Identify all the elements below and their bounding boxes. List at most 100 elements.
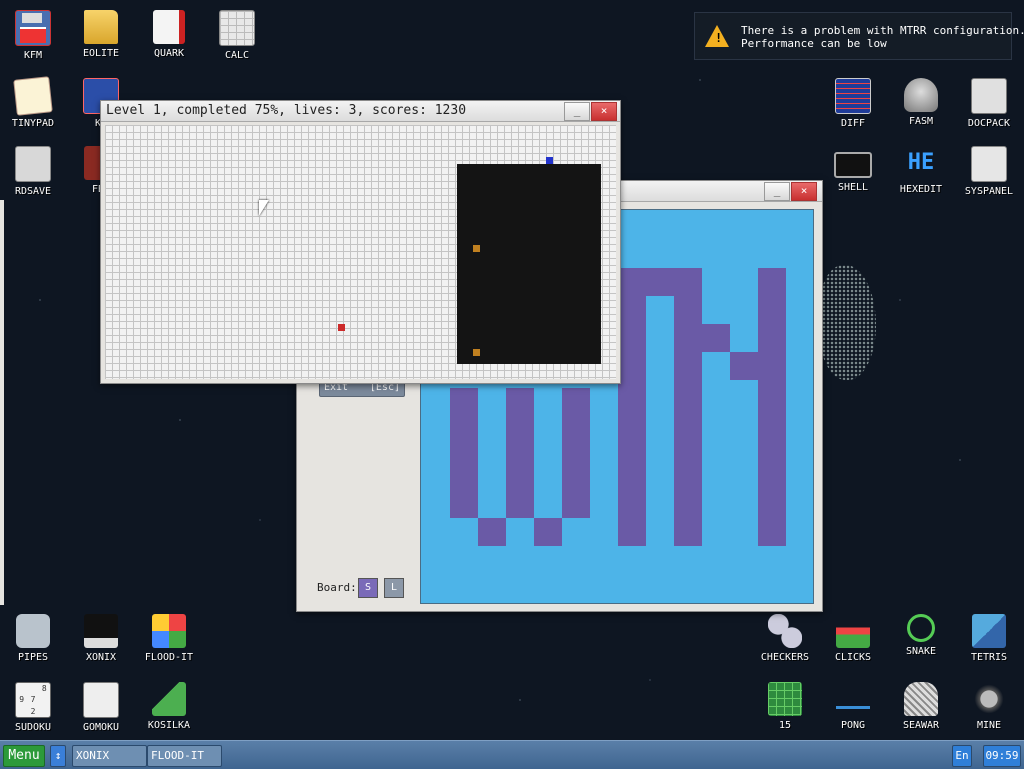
clicks-icon [836,614,870,648]
desktop-icon-label: KOSILKA [147,720,191,731]
language-indicator[interactable]: En [952,745,972,767]
desktop-icon-tinypad[interactable]: TINYPAD [1,76,65,129]
desktop-icon-shell[interactable]: SHELL [821,146,885,193]
offscreen-window-edge [0,200,4,605]
minimize-button[interactable]: _ [564,102,590,121]
xonix-titlebar[interactable]: Level 1, completed 75%, lives: 3, scores… [101,101,620,122]
flood-cell-region [450,388,478,518]
mine-icon [972,682,1006,716]
desktop-icon-calc[interactable]: CALC [205,10,269,61]
desktop-icon-xonix[interactable]: XONIX [69,614,133,663]
flood-cell-region [534,518,562,546]
desktop-icon-snake[interactable]: SNAKE [889,614,953,657]
desktop-icon-label: KFM [23,50,43,61]
tetris-icon [972,614,1006,648]
flood-cell-region [758,268,786,546]
folder-icon [84,10,118,44]
desktop-icon-kfm[interactable]: KFM [1,10,65,61]
desktop-icon-clicks[interactable]: CLICKS [821,614,885,663]
flood-cell-region [506,388,534,518]
hexedit-icon: HE [907,150,935,175]
diff-icon [835,78,871,114]
desktop-icon-mine[interactable]: MINE [957,682,1021,731]
snake-icon [907,614,935,642]
desktop-icon-pong[interactable]: PONG [821,682,885,731]
board-label: Board: [317,581,357,594]
rdsave-icon [15,146,51,182]
desktop-icon-fasm[interactable]: FASM [889,78,953,127]
desktop-icon-checkers[interactable]: CHECKERS [753,614,817,663]
desktop-icon-rdsave[interactable]: RDSAVE [1,146,65,197]
captured-area [457,164,601,364]
desktop-icon-tetris[interactable]: TETRIS [957,614,1021,663]
pipes-icon [16,614,50,648]
xonix-enemy [473,349,480,356]
desktop-icon-label: CLICKS [834,652,872,663]
fasm-icon [904,78,938,112]
taskbar-task-flood-it[interactable]: FLOOD-IT [147,745,222,767]
minimize-button[interactable]: _ [764,182,790,201]
desktop-icon-gomoku[interactable]: GOMOKU [69,682,133,733]
switch-arrow-icon[interactable]: ↕ [50,745,66,767]
desktop-icon-label: RDSAVE [14,186,52,197]
desktop-icon-label: SYSPANEL [964,186,1014,197]
flood-it-icon [152,614,186,648]
warning-icon-mark: ! [715,31,723,45]
desktop-icon-sudoku[interactable]: 8 97 2 SUDOKU [1,682,65,733]
close-button[interactable]: × [591,102,617,121]
desktop-icon-seawar[interactable]: SEAWAR [889,682,953,731]
xonix-playfield[interactable] [105,125,616,379]
desktop-icon-pipes[interactable]: PIPES [1,614,65,663]
desktop-icon-label: DOCPACK [967,118,1011,129]
notification-line-2: Performance can be low [741,37,887,50]
desktop-icon-label: PONG [840,720,866,731]
desktop-icon-label: FLOOD-IT [144,652,194,663]
desktop-icon-label: GOMOKU [82,722,120,733]
desktop-icon-15[interactable]: 15 [753,682,817,731]
desktop-icon-label: TINYPAD [11,118,55,129]
desktop-icon-label: SHELL [837,182,869,193]
menu-button[interactable]: Menu [3,745,45,767]
flood-cell-region [562,388,590,518]
flood-cell-region [702,324,730,352]
desktop-icon-eolite[interactable]: EOLITE [69,10,133,59]
desktop-icon-diff[interactable]: DIFF [821,78,885,129]
checkers-icon [768,614,802,648]
board-size-l-button[interactable]: L [384,578,404,598]
sudoku-icon: 8 97 2 [15,682,51,718]
flood-cell-region [478,518,506,546]
desktop-icon-hexedit[interactable]: HE HEXEDIT [889,146,953,195]
desktop-icon-syspanel[interactable]: SYSPANEL [957,146,1021,197]
taskbar-task-xonix[interactable]: XONIX [72,745,147,767]
gomoku-icon [83,682,119,718]
xonix-player [546,157,553,164]
lawnmower-icon [152,682,186,716]
desktop-icon-flood-it[interactable]: FLOOD-IT [137,614,201,663]
notification-line-1: There is a problem with MTRR configurati… [741,24,1024,37]
fifteen-icon [768,682,802,716]
flood-cell-region [730,352,758,380]
mouse-cursor [259,200,269,216]
docpack-icon [971,78,1007,114]
desktop-icon-label: QUARK [153,48,185,59]
desktop-icon-label: MINE [976,720,1002,731]
clock[interactable]: 09:59 [983,745,1021,767]
xonix-window: Level 1, completed 75%, lives: 3, scores… [100,100,621,384]
desktop-icon-label: 15 [778,720,792,731]
board-size-s-button[interactable]: S [358,578,378,598]
desktop-icon-kosilka[interactable]: KOSILKA [137,682,201,731]
notebook-icon [153,10,185,44]
window-title: Level 1, completed 75%, lives: 3, scores… [106,103,467,118]
mtrr-notification: ! There is a problem with MTRR configura… [694,12,1024,60]
sliders-icon [971,146,1007,182]
terminal-icon [834,152,872,178]
desktop-icon-quark[interactable]: QUARK [137,10,201,59]
desktop-icon-label: CHECKERS [760,652,810,663]
desktop-icon-docpack[interactable]: DOCPACK [957,78,1021,129]
close-button[interactable]: × [791,182,817,201]
desktop-icon-label: SEAWAR [902,720,940,731]
pong-icon [836,682,870,716]
notepad-icon [13,76,53,116]
wallpaper-blob [818,265,876,380]
seawar-icon [904,682,938,716]
